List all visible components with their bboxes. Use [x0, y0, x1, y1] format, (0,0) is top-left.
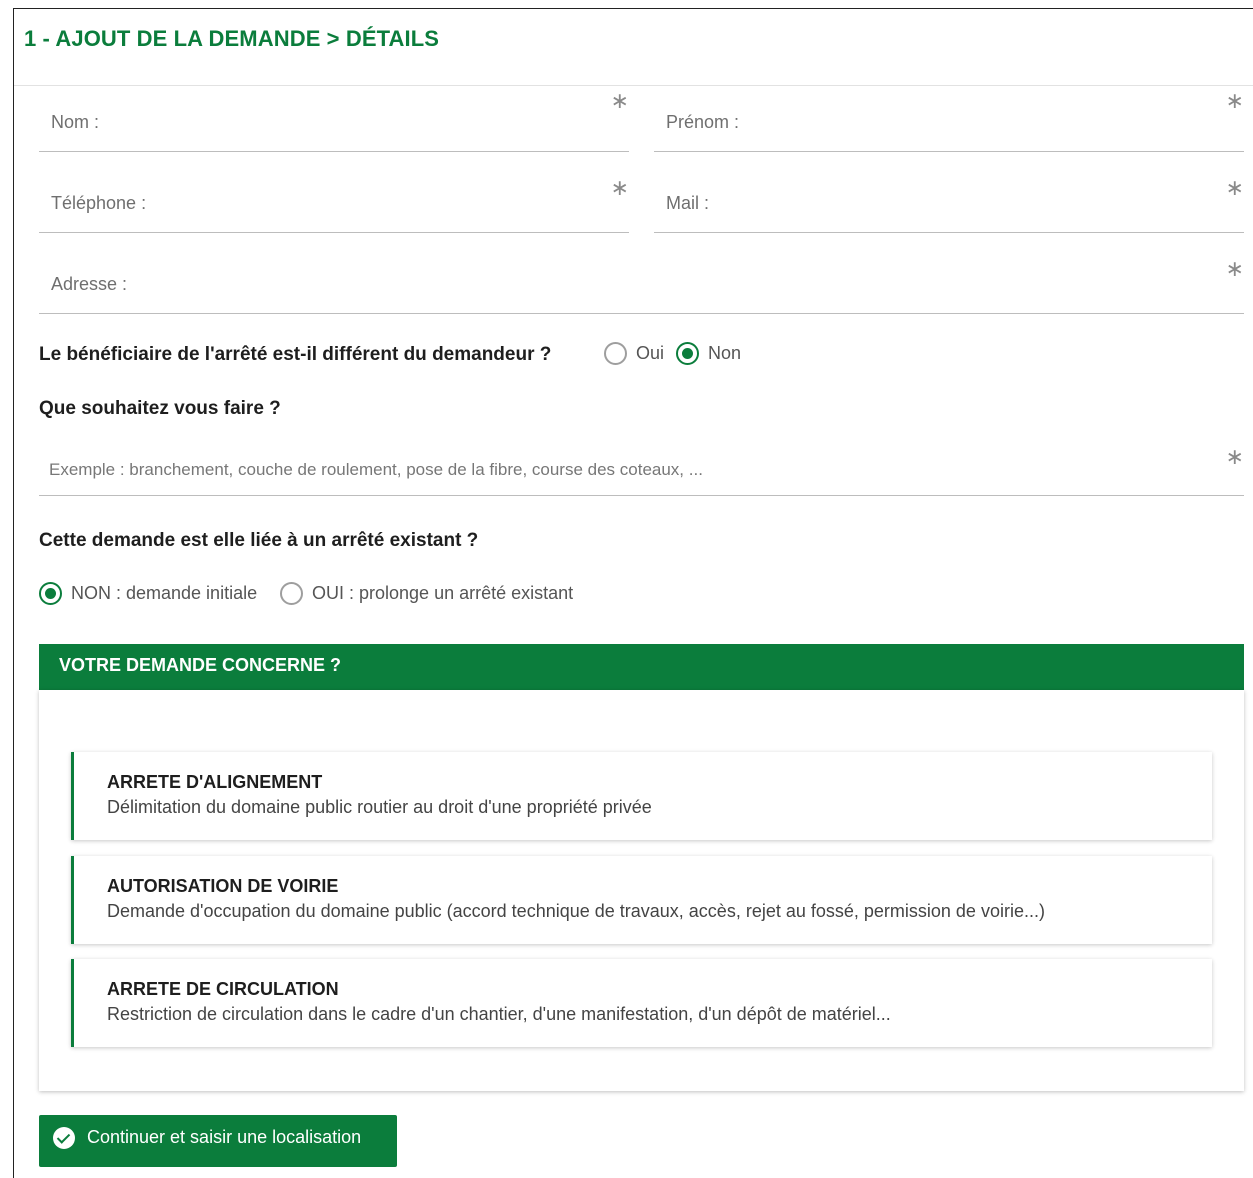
- radio-button[interactable]: [604, 342, 627, 365]
- radio-button-selected[interactable]: [39, 582, 62, 605]
- nom-label: Nom :: [51, 112, 100, 132]
- souhait-field[interactable]: Exemple : branchement, couche de rouleme…: [39, 430, 1244, 496]
- required-icon: ∗: [1225, 175, 1244, 200]
- panel-header: 1 - AJOUT DE LA DEMANDE > DÉTAILS ⋮: [14, 9, 1253, 86]
- souhait-placeholder: Exemple : branchement, couche de rouleme…: [49, 460, 703, 479]
- required-icon: ∗: [610, 88, 629, 113]
- required-icon: ∗: [610, 175, 629, 200]
- liaison-radio-oui[interactable]: OUI : prolonge un arrêté existant: [280, 582, 573, 605]
- card-arrete-circulation[interactable]: ARRETE DE CIRCULATION Restriction de cir…: [71, 959, 1212, 1047]
- souhait-question: Que souhaitez vous faire ?: [39, 398, 281, 419]
- radio-button[interactable]: [280, 582, 303, 605]
- check-circle-icon: [53, 1127, 75, 1149]
- radio-label: Oui: [636, 343, 665, 363]
- radio-label: OUI : prolonge un arrêté existant: [312, 583, 574, 603]
- liaison-radio-non[interactable]: NON : demande initiale: [39, 582, 257, 605]
- mail-label: Mail :: [666, 193, 710, 213]
- beneficiaire-question: Le bénéficiaire de l'arrêté est-il diffé…: [39, 344, 552, 365]
- card-title: ARRETE DE CIRCULATION: [107, 979, 339, 999]
- prenom-field[interactable]: Prénom : ∗: [654, 86, 1244, 152]
- radio-label: Non: [708, 343, 742, 363]
- section-body: ARRETE D'ALIGNEMENT Délimitation du doma…: [39, 690, 1244, 1091]
- prenom-label: Prénom :: [666, 112, 740, 132]
- card-description: Restriction de circulation dans le cadre…: [107, 1004, 891, 1024]
- card-arrete-alignement[interactable]: ARRETE D'ALIGNEMENT Délimitation du doma…: [71, 752, 1212, 840]
- card-description: Délimitation du domaine public routier a…: [107, 797, 652, 817]
- beneficiaire-radio-oui[interactable]: Oui: [604, 342, 664, 365]
- radio-button-selected[interactable]: [676, 342, 699, 365]
- liaison-question: Cette demande est elle liée à un arrêté …: [39, 530, 479, 551]
- adresse-field[interactable]: Adresse : ∗: [39, 248, 1244, 314]
- radio-label: NON : demande initiale: [71, 583, 258, 603]
- page-title: 1 - AJOUT DE LA DEMANDE > DÉTAILS: [24, 26, 440, 51]
- required-icon: ∗: [1225, 444, 1244, 469]
- required-icon: ∗: [1225, 88, 1244, 113]
- telephone-label: Téléphone :: [51, 193, 147, 213]
- continue-button[interactable]: Continuer et saisir une localisation: [39, 1115, 397, 1167]
- card-title: AUTORISATION DE VOIRIE: [107, 876, 339, 896]
- required-icon: ∗: [1225, 256, 1244, 281]
- beneficiaire-radio-non[interactable]: Non: [676, 342, 741, 365]
- form-panel: 1 - AJOUT DE LA DEMANDE > DÉTAILS ⋮ Nom …: [13, 8, 1253, 1178]
- continue-button-label: Continuer et saisir une localisation: [87, 1127, 362, 1147]
- adresse-label: Adresse :: [51, 274, 128, 294]
- card-description: Demande d'occupation du domaine public (…: [107, 901, 1045, 921]
- card-title: ARRETE D'ALIGNEMENT: [107, 772, 323, 792]
- telephone-field[interactable]: Téléphone : ∗: [39, 167, 629, 233]
- card-autorisation-voirie[interactable]: AUTORISATION DE VOIRIE Demande d'occupat…: [71, 856, 1212, 944]
- nom-field[interactable]: Nom : ∗: [39, 86, 629, 152]
- mail-field[interactable]: Mail : ∗: [654, 167, 1244, 233]
- section-header: VOTRE DEMANDE CONCERNE ?: [39, 644, 1244, 690]
